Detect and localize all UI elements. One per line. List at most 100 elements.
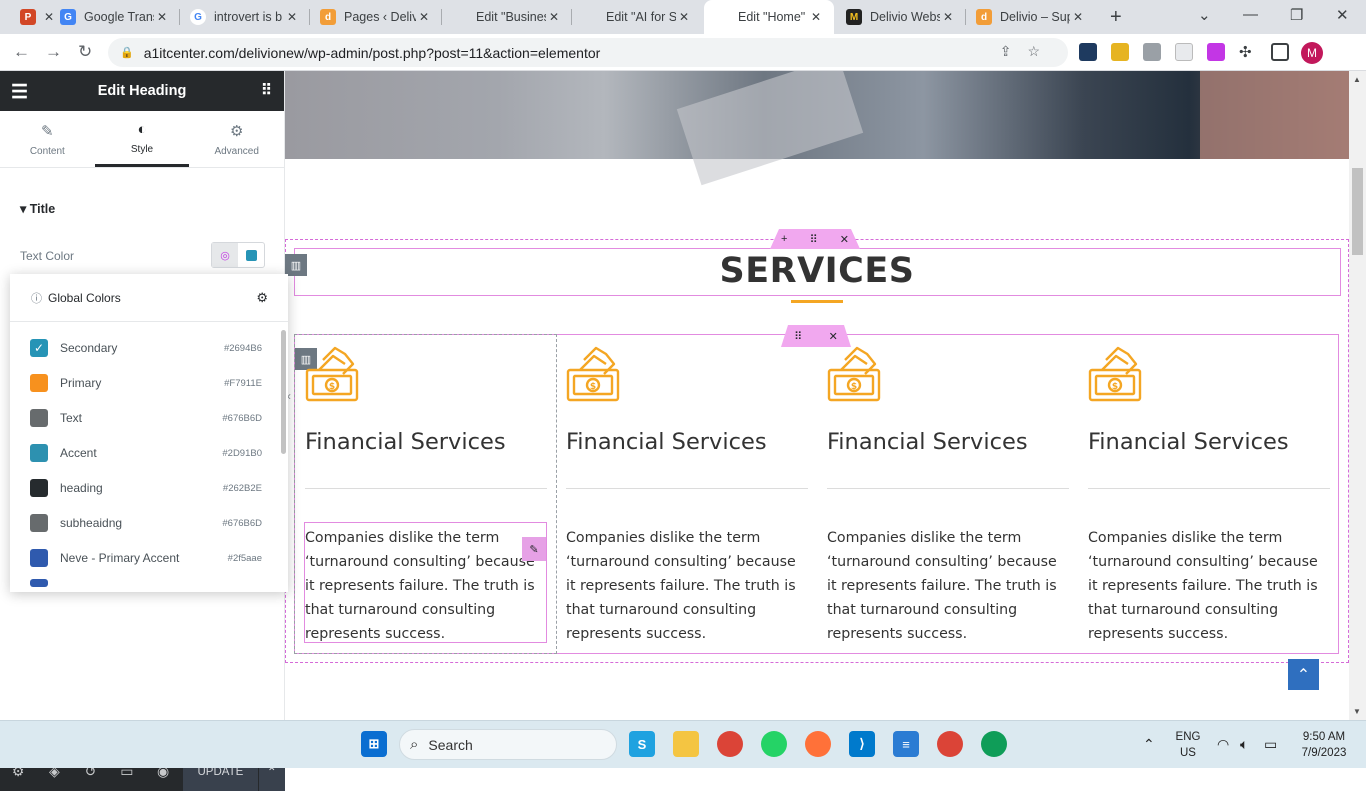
section-title[interactable]: SERVICES — [285, 251, 1349, 291]
battery-icon[interactable]: ▭ — [1264, 736, 1277, 753]
whatsapp-icon[interactable] — [761, 731, 787, 757]
tab-search-icon[interactable]: ⌄ — [1198, 6, 1211, 24]
text-extension-icon[interactable] — [1175, 43, 1193, 61]
close-icon[interactable]: ✕ — [840, 233, 849, 246]
extension-icon[interactable] — [1111, 43, 1129, 61]
global-color-item[interactable]: ✓ Secondary #2694B6 — [30, 338, 262, 358]
extension-icon[interactable] — [1143, 43, 1161, 61]
tab-edit-ai[interactable]: Edit "AI for S ✕ — [572, 0, 702, 34]
section-handle[interactable]: + ⠿ ✕ — [770, 229, 860, 249]
wifi-icon[interactable]: ◠ — [1217, 736, 1229, 753]
panel-header: ☰ Edit Heading ⠿ — [0, 71, 284, 111]
vscode-icon[interactable]: ⟩ — [849, 731, 875, 757]
forward-icon[interactable]: → — [45, 42, 62, 62]
scrollbar[interactable] — [281, 330, 286, 454]
scrollbar-thumb[interactable] — [1352, 168, 1363, 255]
minimize-icon[interactable]: — — [1243, 6, 1258, 23]
chrome-icon[interactable] — [717, 731, 743, 757]
service-title[interactable]: Financial Services — [827, 429, 1069, 455]
close-tab-icon[interactable]: ✕ — [546, 10, 562, 24]
service-title[interactable]: Financial Services — [566, 429, 808, 455]
text-widget-outline[interactable] — [304, 522, 547, 643]
tab-powerpoint[interactable]: P ✕ — [10, 0, 54, 34]
chrome-profile-icon[interactable] — [937, 731, 963, 757]
close-icon[interactable]: ✕ — [829, 330, 838, 343]
avatar[interactable]: M — [1301, 42, 1323, 64]
tab-style[interactable]: ◐ Style — [94, 111, 190, 167]
inner-section-handle[interactable]: ⠿ ✕ — [781, 325, 851, 347]
svg-text:$: $ — [851, 382, 857, 392]
globe-icon[interactable]: ◎ — [212, 243, 238, 267]
global-color-item[interactable]: Text #676B6D — [30, 408, 262, 428]
clock[interactable]: 9:50 AM 7/9/2023 — [1294, 729, 1354, 761]
tab-edit-home[interactable]: Edit "Home" ✕ — [704, 0, 834, 34]
global-color-item[interactable]: Neve - Primary Accent #2f5aae — [30, 548, 262, 568]
puzzle-icon[interactable]: ✣ — [1239, 43, 1257, 61]
sidebar-icon[interactable] — [1271, 43, 1289, 61]
close-tab-icon[interactable]: ✕ — [416, 10, 432, 24]
back-icon[interactable]: ← — [13, 42, 30, 62]
column-handle[interactable]: ▥ — [285, 254, 307, 276]
scroll-down-icon[interactable]: ▼ — [1353, 707, 1361, 716]
widgets-grid-icon[interactable]: ⠿ — [261, 81, 272, 99]
service-text[interactable]: Companies dislike the term ‘turnaround c… — [827, 526, 1069, 646]
text-color-label: Text Color — [20, 249, 75, 263]
color-swatch[interactable] — [238, 243, 264, 267]
service-title[interactable]: Financial Services — [305, 429, 547, 455]
gear-icon[interactable]: ⚙ — [256, 290, 268, 306]
check-icon: ✓ — [30, 339, 48, 357]
share-star-icons[interactable]: ⇪☆ — [1000, 43, 1056, 60]
chrome-profile-icon[interactable] — [981, 731, 1007, 757]
reload-icon[interactable]: ↻ — [78, 42, 92, 62]
drag-icon[interactable]: ⠿ — [794, 330, 802, 343]
global-color-item[interactable] — [30, 579, 262, 587]
volume-icon[interactable]: 🔈︎ — [1240, 736, 1248, 753]
close-tab-icon[interactable]: ✕ — [808, 10, 824, 24]
page-scrollbar[interactable]: ▲ ▼ — [1349, 71, 1366, 720]
language-indicator[interactable]: ENG US — [1172, 729, 1204, 761]
close-window-icon[interactable]: ✕ — [1336, 6, 1349, 24]
new-tab-icon[interactable]: + — [1110, 6, 1122, 29]
tab-delivio-website[interactable]: M Delivio Webs ✕ — [836, 0, 966, 34]
taskbar-search[interactable]: ⌕ Search — [399, 729, 617, 760]
scroll-up-icon[interactable]: ▲ — [1353, 75, 1361, 84]
service-title[interactable]: Financial Services — [1088, 429, 1330, 455]
skype-icon[interactable]: S — [629, 731, 655, 757]
global-color-item[interactable]: Accent #2D91B0 — [30, 443, 262, 463]
chevron-up-icon[interactable]: ⌃ — [1143, 736, 1155, 753]
extension-icon[interactable] — [1207, 43, 1225, 61]
url-field[interactable]: 🔒 a1itcenter.com/delivionew/wp-admin/pos… — [108, 38, 1068, 67]
react-devtools-icon[interactable] — [1079, 43, 1097, 61]
file-explorer-icon[interactable] — [673, 731, 699, 757]
restore-icon[interactable]: ❐ — [1290, 6, 1303, 24]
drag-icon[interactable]: ⠿ — [810, 233, 818, 246]
browser-tab-strip: P ✕ G Google Transl ✕ G introvert is b ✕… — [0, 0, 1366, 34]
global-color-item[interactable]: heading #262B2E — [30, 478, 262, 498]
notepad-icon[interactable]: ≡ — [893, 731, 919, 757]
add-icon[interactable]: + — [781, 233, 787, 245]
edit-widget-icon[interactable]: ✎ — [522, 537, 546, 561]
tab-edit-business[interactable]: Edit "Busines ✕ — [442, 0, 572, 34]
global-color-item[interactable]: subheaidng #676B6D — [30, 513, 262, 533]
text-color-control[interactable]: ◎ — [211, 242, 265, 268]
service-text[interactable]: Companies dislike the term ‘turnaround c… — [1088, 526, 1330, 646]
close-tab-icon[interactable]: ✕ — [1070, 10, 1086, 24]
service-card: $ Financial Services Companies dislike the… — [566, 346, 808, 646]
tab-advanced[interactable]: ⚙ Advanced — [189, 111, 284, 167]
tab-google-search[interactable]: G introvert is b ✕ — [180, 0, 310, 34]
close-tab-icon[interactable]: ✕ — [676, 10, 692, 24]
close-tab-icon[interactable]: ✕ — [284, 10, 300, 24]
tab-google-translate[interactable]: G Google Transl ✕ — [50, 0, 180, 34]
tab-delivio-support[interactable]: d Delivio – Sup ✕ — [966, 0, 1096, 34]
hamburger-icon[interactable]: ☰ — [11, 81, 28, 104]
close-tab-icon[interactable]: ✕ — [154, 10, 170, 24]
scroll-to-top-button[interactable]: ⌃ — [1288, 659, 1319, 690]
close-tab-icon[interactable]: ✕ — [940, 10, 956, 24]
service-text[interactable]: Companies dislike the term ‘turnaround c… — [566, 526, 808, 646]
firefox-icon[interactable] — [805, 731, 831, 757]
tab-pages-delivio[interactable]: d Pages ‹ Deliv ✕ — [310, 0, 442, 34]
section-toggle-title[interactable]: ▾ Title — [20, 201, 55, 216]
tab-content[interactable]: ✎ Content — [0, 111, 95, 167]
global-color-item[interactable]: Primary #F7911E — [30, 373, 262, 393]
windows-start-icon[interactable]: ⊞ — [361, 731, 387, 757]
